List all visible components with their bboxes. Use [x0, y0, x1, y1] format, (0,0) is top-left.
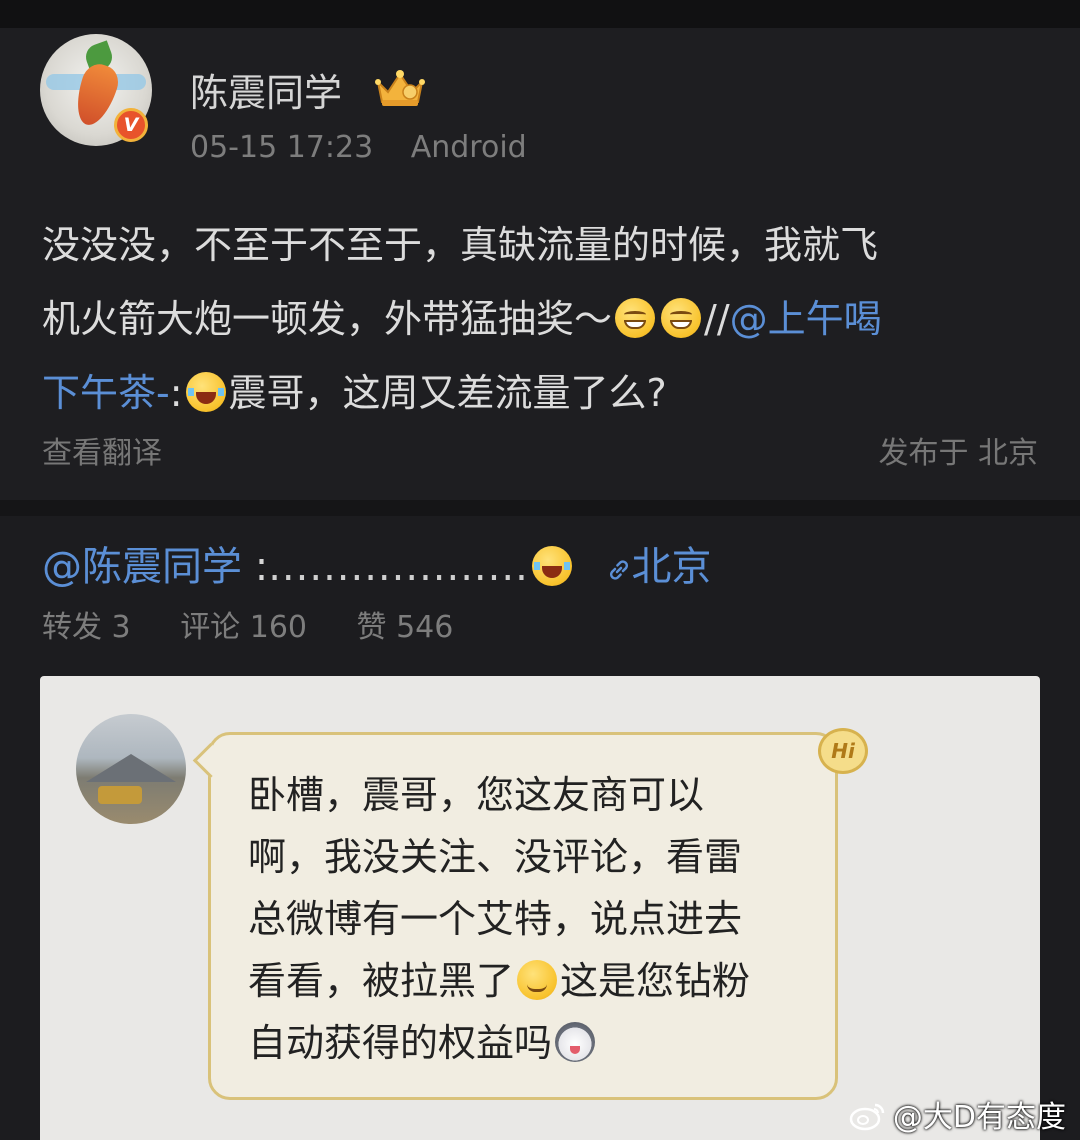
repost-stat[interactable]: 转发 3: [42, 610, 131, 645]
weibo-logo-icon: [849, 1103, 885, 1131]
link-chain-icon[interactable]: [606, 553, 632, 588]
post-text-segment: 震哥，这周又差流量了么?: [228, 371, 667, 415]
repost-colon: :: [242, 544, 269, 590]
chat-segment: 自动获得的权益吗: [248, 1021, 553, 1065]
mountain-shape: [86, 754, 176, 782]
verified-v-icon: V: [114, 108, 148, 142]
like-stat-label: 赞: [356, 610, 387, 645]
post-text-line-3: 下午茶-: 震哥，这周又差流量了么?: [42, 356, 1052, 430]
post-text-segment: 机火箭大炮一顿发，外带猛抽奖～: [42, 297, 613, 341]
chat-line-3: 总微博有一个艾特，说点进去: [248, 897, 743, 941]
chat-line-5: 自动获得的权益吗: [248, 1012, 828, 1074]
post-source: Android: [410, 130, 527, 165]
repost-dots: ...................: [268, 544, 529, 590]
laugh-cry-emoji-icon: [531, 546, 572, 586]
repost-separator: //: [704, 297, 730, 341]
chat-line-1: 卧槽，震哥，您这友商可以: [248, 773, 705, 817]
like-stat[interactable]: 赞 546: [357, 610, 454, 645]
chat-message: 卧槽，震哥，您这友商可以 啊，我没关注、没评论，看雷 总微博有一个艾特，说点进去…: [248, 764, 828, 1074]
post-body: 没没没，不至于不至于，真缺流量的时候，我就飞 机火箭大炮一顿发，外带猛抽奖～ //…: [42, 208, 1052, 430]
comment-stat-label: 评论: [180, 610, 241, 645]
watermark-text: @大D有态度: [892, 1100, 1066, 1135]
grin-emoji-icon: [615, 298, 656, 338]
post-text-line-2: 机火箭大炮一顿发，外带猛抽奖～ //@上午喝: [42, 282, 1052, 356]
mention-link-continued[interactable]: 下午茶-: [42, 371, 170, 415]
comment-stat[interactable]: 评论 160: [180, 610, 307, 645]
repost-stat-count: 3: [111, 610, 131, 645]
post-location: 发布于 北京: [878, 436, 1038, 471]
repost-location-link[interactable]: 北京: [632, 544, 712, 590]
post-username[interactable]: 陈震同学: [190, 62, 342, 117]
repost-mention-link[interactable]: @陈震同学: [42, 544, 242, 590]
mention-link[interactable]: @上午喝: [730, 297, 882, 341]
section-divider: [0, 500, 1080, 516]
engagement-stats: 转发 3 评论 160 赞 546: [42, 602, 493, 646]
chat-segment: 看看，被拉黑了: [248, 959, 515, 1003]
smirk-emoji-icon: [517, 960, 558, 1000]
weibo-screenshot: V 陈震同学 05-15 17:23 Android 没没没，不至于不至于，真缺…: [0, 0, 1080, 1140]
translate-link[interactable]: 查看翻译: [42, 428, 162, 472]
husky-dog-emoji-icon: [555, 1022, 596, 1062]
post-text-line-1: 没没没，不至于不至于，真缺流量的时候，我就飞: [42, 223, 879, 267]
status-bar: [0, 0, 1080, 28]
repost-stat-label: 转发: [42, 610, 102, 645]
repost-content: @陈震同学 :................... 北京: [42, 534, 712, 592]
grin-emoji-icon: [661, 298, 702, 338]
watermark: @大D有态度: [849, 1092, 1066, 1136]
chat-segment: 这是您钻粉: [560, 959, 751, 1003]
comment-stat-count: 160: [249, 610, 307, 645]
laugh-cry-emoji-icon: [185, 372, 226, 412]
chat-line-2: 啊，我没关注、没评论，看雷: [248, 835, 743, 879]
vip-crown-icon[interactable]: [372, 66, 428, 110]
post-meta: 05-15 17:23 Android: [190, 130, 527, 165]
car-shape: [98, 786, 142, 804]
commenter-avatar: [76, 714, 186, 824]
post-timestamp: 05-15 17:23: [190, 130, 374, 165]
chat-line-4: 看看，被拉黑了 这是您钻粉: [248, 950, 828, 1012]
like-stat-count: 546: [396, 610, 454, 645]
embedded-image-card[interactable]: Hi 卧槽，震哥，您这友商可以 啊，我没关注、没评论，看雷 总微博有一个艾特，说…: [40, 676, 1040, 1140]
mention-colon: :: [169, 371, 183, 415]
